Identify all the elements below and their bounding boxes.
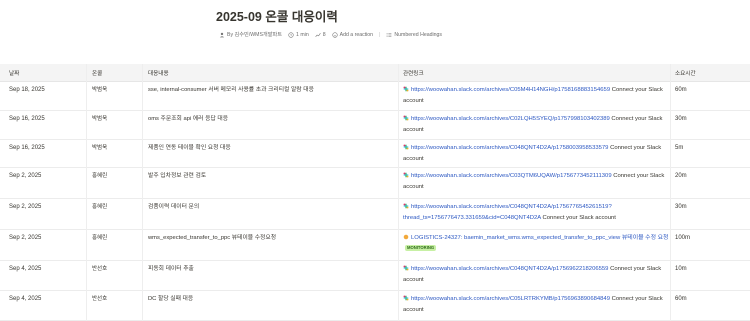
table-row: Sep 18, 2025 박범욱 sse, internal-consumer 서버… — [0, 82, 750, 111]
cell-date: Sep 18, 2025 — [9, 87, 45, 93]
slack-icon — [403, 203, 409, 209]
header-task[interactable]: 대응내용 — [148, 69, 169, 77]
cell-time: 60m — [675, 87, 687, 93]
header-date[interactable]: 날짜 — [9, 69, 19, 77]
header-link[interactable]: 관련링크 — [403, 69, 424, 77]
jira-icon — [403, 234, 409, 240]
slack-icon — [403, 86, 409, 92]
cell-oncall: 반선호 — [92, 296, 108, 302]
related-link[interactable]: https://woowahan.slack.com/archives/C048… — [411, 145, 608, 151]
cell-task: 발주 입차정보 관련 검토 — [148, 173, 207, 179]
page-title: 2025-09 온콜 대응이력 — [216, 10, 338, 24]
cell-date: Sep 4, 2025 — [9, 296, 42, 302]
related-link[interactable]: https://woowahan.slack.com/archives/C048… — [411, 266, 608, 272]
slack-icon — [403, 115, 409, 121]
cell-date: Sep 16, 2025 — [9, 145, 45, 151]
related-link[interactable]: https://woowahan.slack.com/archives/C02L… — [411, 116, 610, 122]
status-badge: MONITORING — [405, 245, 437, 251]
page-meta: By 김수민/WMS개발파트 1 min 8 Add a reaction | … — [219, 31, 442, 38]
cell-link: LOGISTICS-24327: baemin_market_wms.wms_e… — [403, 233, 671, 255]
cell-time: 30m — [675, 116, 687, 122]
cell-link: https://woowahan.slack.com/archives/C02L… — [403, 114, 671, 136]
clock-icon — [288, 31, 294, 38]
read-time: 1 min — [288, 32, 309, 38]
smile-icon — [332, 31, 338, 38]
cell-link: https://woowahan.slack.com/archives/C03Q… — [403, 171, 671, 193]
meta-divider: | — [379, 31, 381, 38]
views-text: 8 — [322, 31, 326, 38]
add-reaction-button[interactable]: Add a reaction — [332, 32, 373, 38]
add-reaction-text: Add a reaction — [339, 31, 374, 38]
cell-time: 30m — [675, 204, 687, 210]
cell-task: 제품인 연동 테이블 확인 요청 대응 — [148, 145, 231, 151]
cell-date: Sep 4, 2025 — [9, 266, 42, 272]
table-header: 날짜 온콜 대응내용 관련링크 소요시간 — [0, 64, 750, 82]
cell-link: https://woowahan.slack.com/archives/C048… — [403, 143, 671, 165]
related-link[interactable]: https://woowahan.slack.com/archives/C03Q… — [411, 173, 612, 179]
cell-date: Sep 2, 2025 — [9, 204, 42, 210]
cell-task: oms 주문조회 api 에러 응답 대응 — [148, 116, 229, 122]
slack-icon — [403, 144, 409, 150]
cell-task: DC 할당 실패 대응 — [148, 296, 194, 302]
column-divider — [670, 64, 671, 321]
cell-oncall: 홍혜린 — [92, 235, 108, 241]
table-row: Sep 4, 2025 반선호 피동회 데이터 추출 10m https://woowa… — [0, 261, 750, 291]
chart-icon — [315, 32, 321, 37]
cell-oncall: 박범욱 — [92, 87, 108, 93]
slack-icon — [403, 172, 409, 178]
header-oncall[interactable]: 온콜 — [92, 69, 102, 77]
cell-link: https://woowahan.slack.com/archives/C048… — [403, 264, 671, 286]
cell-link: https://woowahan.slack.com/archives/C05M… — [403, 85, 671, 107]
user-icon — [219, 32, 225, 37]
cell-oncall: 반선호 — [92, 266, 108, 272]
related-link[interactable]: https://woowahan.slack.com/archives/C05L… — [411, 296, 610, 302]
column-divider — [142, 64, 143, 321]
slack-icon — [403, 295, 409, 301]
cell-task: wms_expected_transfer_to_ppc 뷰테이블 수정요청 — [148, 235, 277, 241]
cell-oncall: 박범욱 — [92, 145, 108, 151]
cell-time: 60m — [675, 296, 687, 302]
table-row: Sep 2, 2025 홍혜린 발주 입차정보 관련 검토 20m https://wo… — [0, 168, 750, 199]
related-link[interactable]: LOGISTICS-24327: baemin_market_wms.wms_e… — [411, 235, 668, 241]
cell-oncall: 홍혜린 — [92, 204, 108, 210]
numbered-headings-text: Numbered Headings — [394, 31, 443, 38]
cell-date: Sep 2, 2025 — [9, 173, 42, 179]
header-time[interactable]: 소요시간 — [675, 69, 696, 77]
table-row: Sep 16, 2025 박범욱 oms 주문조회 api 에러 응답 대응 30m h… — [0, 111, 750, 140]
cell-task: sse, internal-consumer 서버 메모리 사용률 초과 크리티… — [148, 87, 314, 93]
cell-time: 100m — [675, 235, 691, 241]
related-link[interactable]: https://woowahan.slack.com/archives/C05M… — [411, 87, 610, 93]
list-numbered-icon — [387, 32, 392, 37]
cell-link: https://woowahan.slack.com/archives/C05L… — [403, 294, 671, 316]
table-row: Sep 4, 2025 반선호 DC 할당 실패 대응 60m https://woow… — [0, 291, 750, 321]
connect-slack-link[interactable]: Connect your Slack account — [543, 215, 616, 221]
table-row: Sep 16, 2025 박범욱 제품인 연동 테이블 확인 요청 대응 5m http… — [0, 140, 750, 168]
read-time-text: 1 min — [296, 31, 309, 38]
author-info[interactable]: By 김수민/WMS개발파트 — [219, 31, 282, 38]
column-divider — [398, 64, 399, 321]
cell-link: https://woowahan.slack.com/archives/C048… — [403, 202, 671, 224]
cell-time: 20m — [675, 173, 687, 179]
author-text: By 김수민/WMS개발파트 — [227, 32, 283, 38]
cell-date: Sep 2, 2025 — [9, 235, 42, 241]
cell-date: Sep 16, 2025 — [9, 116, 45, 122]
table-row: Sep 2, 2025 홍혜린 wms_expected_transfer_to_p… — [0, 230, 750, 261]
cell-oncall: 홍혜린 — [92, 173, 108, 179]
table-row: Sep 2, 2025 홍혜린 검품이력 데이터 문의 30m https://woow… — [0, 199, 750, 230]
column-divider — [86, 64, 87, 321]
views-count[interactable]: 8 — [315, 32, 326, 38]
cell-time: 5m — [675, 145, 684, 151]
cell-time: 10m — [675, 266, 687, 272]
slack-icon — [403, 265, 409, 271]
cell-oncall: 박범욱 — [92, 116, 108, 122]
cell-task: 검품이력 데이터 문의 — [148, 204, 200, 210]
numbered-headings-button[interactable]: Numbered Headings — [386, 32, 442, 38]
cell-task: 피동회 데이터 추출 — [148, 266, 194, 272]
